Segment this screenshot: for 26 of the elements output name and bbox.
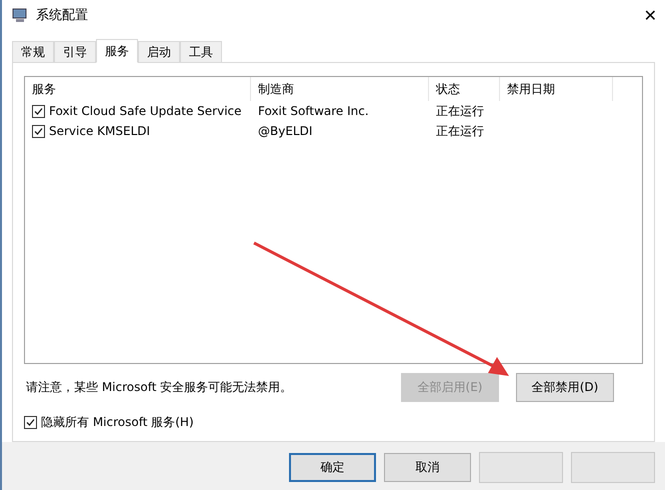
table-cell-text: 正在运行 [435, 102, 485, 120]
tab[interactable]: 工具 [180, 41, 222, 62]
tab[interactable]: 常规 [12, 41, 54, 62]
table-cell-text: Foxit Software Inc. [257, 104, 370, 118]
column-header[interactable]: 服务 [25, 77, 251, 101]
dialog-button[interactable]: 取消 [384, 452, 471, 482]
action-button[interactable]: 全部禁用(D) [516, 373, 614, 402]
tab[interactable]: 启动 [138, 41, 180, 62]
table-cell: Service KMSELDI [49, 124, 150, 138]
checkbox[interactable] [32, 104, 45, 118]
table-cell-text: @ByELDI [257, 124, 314, 138]
dialog-button[interactable]: 确定 [289, 452, 376, 482]
column-header[interactable]: 制造商 [251, 77, 429, 101]
checkbox[interactable] [32, 124, 45, 138]
column-header[interactable]: 状态 [429, 77, 500, 101]
warning-note: 请注意，某些 Microsoft 安全服务可能无法禁用。 [25, 379, 294, 396]
column-header[interactable]: 禁用日期 [500, 77, 613, 101]
tab[interactable]: 引导 [54, 41, 96, 62]
table-cell-text: 正在运行 [435, 122, 485, 140]
checkbox[interactable] [24, 416, 37, 429]
tab[interactable]: 服务 [96, 39, 138, 63]
computer-icon [12, 8, 28, 22]
window-title: 系统配置 [36, 7, 89, 24]
close-button[interactable]: ✕ [644, 6, 657, 24]
table-cell: Foxit Cloud Safe Update Service [49, 104, 242, 118]
checkbox-label: 隐藏所有 Microsoft 服务(H) [41, 414, 194, 431]
